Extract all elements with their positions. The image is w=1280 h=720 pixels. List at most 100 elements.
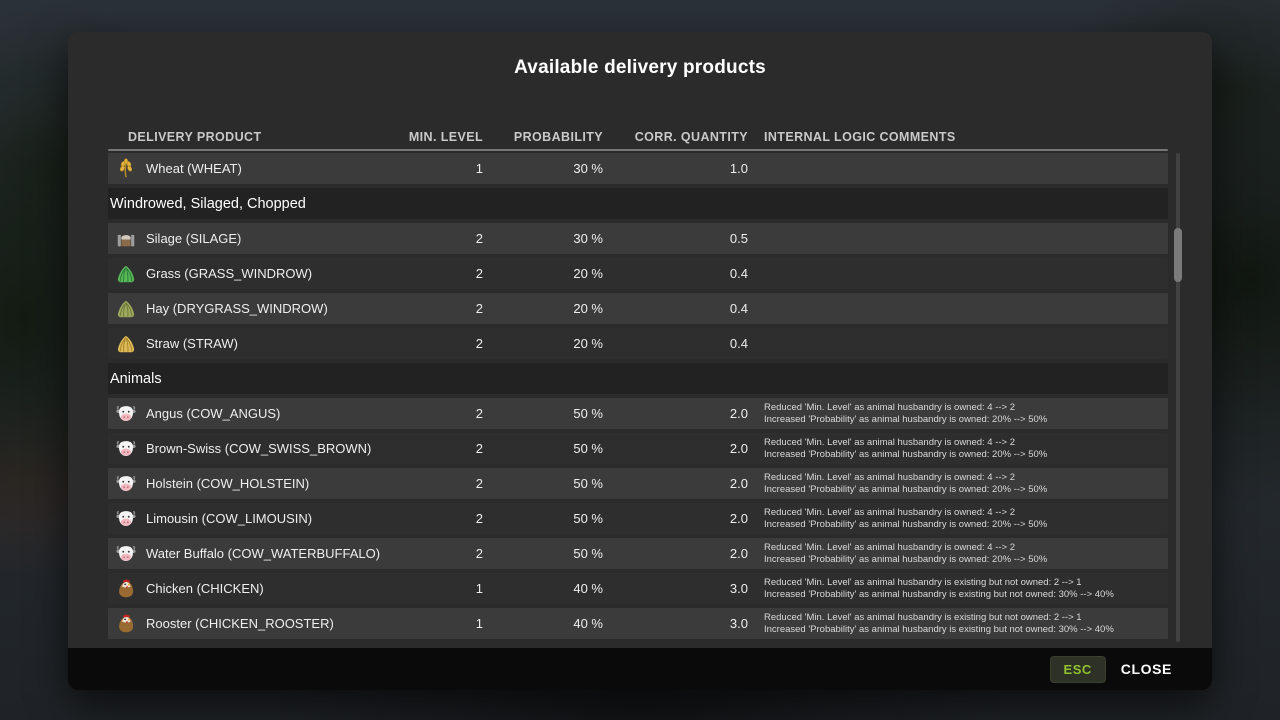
table-row[interactable]: Hay (DRYGRASS_WINDROW)220 %0.4 [108, 293, 1168, 324]
probability-value: 50 % [483, 511, 603, 526]
silage-icon [115, 228, 137, 250]
internal-logic-comments: Reduced 'Min. Level' as animal husbandry… [748, 472, 1168, 495]
section-label: Windrowed, Silaged, Chopped [110, 196, 306, 212]
product-name: Wheat (WHEAT) [146, 161, 242, 176]
comment-line: Increased 'Probability' as animal husban… [764, 414, 1168, 426]
corr-quantity-value: 3.0 [603, 616, 748, 631]
min-level-value: 2 [408, 546, 483, 561]
product-table: Wheat (WHEAT)130 %1.0Windrowed, Silaged,… [108, 153, 1168, 642]
product-name: Rooster (CHICKEN_ROOSTER) [146, 616, 334, 631]
table-row[interactable]: Water Buffalo (COW_WATERBUFFALO) 250 %2.0… [108, 538, 1168, 569]
delivery-products-dialog: Available delivery products DELIVERY PRO… [68, 32, 1212, 690]
corr-quantity-value: 1.0 [603, 161, 748, 176]
table-row[interactable]: Brown-Swiss (COW_SWISS_BROWN) 250 %2.0 Red… [108, 433, 1168, 464]
table-row[interactable]: Angus (COW_ANGUS) 250 %2.0 Reduced 'Min. L… [108, 398, 1168, 429]
column-header-min-level: MIN. LEVEL [408, 130, 483, 144]
probability-value: 50 % [483, 546, 603, 561]
table-row[interactable]: Holstein (COW_HOLSTEIN)250 %2.0Reduced '… [108, 468, 1168, 499]
grass-icon [115, 263, 137, 285]
column-header-corr-quantity: CORR. QUANTITY [603, 130, 748, 144]
comment-line: Reduced 'Min. Level' as animal husbandry… [764, 472, 1168, 484]
comment-line: Reduced 'Min. Level' as animal husbandry… [764, 612, 1168, 624]
probability-value: 50 % [483, 441, 603, 456]
scrollbar-thumb[interactable] [1174, 228, 1182, 282]
wheat-icon [115, 158, 137, 180]
product-name: Water Buffalo (COW_WATERBUFFALO) [146, 546, 380, 561]
min-level-value: 1 [408, 581, 483, 596]
internal-logic-comments: Reduced 'Min. Level' as animal husbandry… [748, 402, 1168, 425]
comment-line: Reduced 'Min. Level' as animal husbandry… [764, 507, 1168, 519]
cow-icon [115, 473, 137, 495]
section-label: Animals [110, 371, 162, 387]
product-name: Hay (DRYGRASS_WINDROW) [146, 301, 328, 316]
corr-quantity-value: 2.0 [603, 441, 748, 456]
corr-quantity-value: 0.4 [603, 266, 748, 281]
min-level-value: 2 [408, 231, 483, 246]
comment-line: Increased 'Probability' as animal husban… [764, 449, 1168, 461]
table-row[interactable]: Straw (STRAW)220 %0.4 [108, 328, 1168, 359]
straw-icon [115, 333, 137, 355]
header-divider [108, 149, 1168, 151]
min-level-value: 1 [408, 616, 483, 631]
comment-line: Reduced 'Min. Level' as animal husbandry… [764, 542, 1168, 554]
column-header-internal-logic-comments: INTERNAL LOGIC COMMENTS [748, 130, 1168, 144]
table-row[interactable]: Rooster (CHICKEN_ROOSTER) 140 %3.0 Reduced… [108, 608, 1168, 639]
cow-icon [115, 403, 137, 425]
min-level-value: 2 [408, 301, 483, 316]
corr-quantity-value: 3.0 [603, 581, 748, 596]
probability-value: 20 % [483, 301, 603, 316]
product-name: Limousin (COW_LIMOUSIN) [146, 511, 312, 526]
internal-logic-comments: Reduced 'Min. Level' as animal husbandry… [748, 577, 1168, 600]
internal-logic-comments: Reduced 'Min. Level' as animal husbandry… [748, 612, 1168, 635]
corr-quantity-value: 0.5 [603, 231, 748, 246]
table-row[interactable]: Limousin (COW_LIMOUSIN) 250 %2.0 Reduced '… [108, 503, 1168, 534]
probability-value: 50 % [483, 476, 603, 491]
min-level-value: 2 [408, 476, 483, 491]
min-level-value: 2 [408, 336, 483, 351]
table-row[interactable]: Chicken (CHICKEN) 140 %3.0 Reduced 'Min. L… [108, 573, 1168, 604]
min-level-value: 2 [408, 441, 483, 456]
hay-icon [115, 298, 137, 320]
corr-quantity-value: 2.0 [603, 476, 748, 491]
product-name: Grass (GRASS_WINDROW) [146, 266, 312, 281]
table-row[interactable]: Silage (SILAGE)230 %0.5 [108, 223, 1168, 254]
min-level-value: 1 [408, 161, 483, 176]
probability-value: 40 % [483, 581, 603, 596]
dialog-footer: ESC CLOSE [68, 648, 1212, 690]
table-row[interactable]: Wheat (WHEAT) 130 %1.0 [108, 153, 1168, 184]
scrollbar-track[interactable] [1176, 153, 1180, 642]
probability-value: 50 % [483, 406, 603, 421]
table-header-row: DELIVERY PRODUCT MIN. LEVEL PROBABILITY … [108, 126, 1168, 148]
esc-key-hint[interactable]: ESC [1050, 656, 1106, 683]
probability-value: 20 % [483, 336, 603, 351]
table-row[interactable]: Grass (GRASS_WINDROW)220 %0.4 [108, 258, 1168, 289]
cow-icon [115, 508, 137, 530]
product-name: Silage (SILAGE) [146, 231, 241, 246]
min-level-value: 2 [408, 511, 483, 526]
corr-quantity-value: 2.0 [603, 546, 748, 561]
product-name: Brown-Swiss (COW_SWISS_BROWN) [146, 441, 371, 456]
product-name: Chicken (CHICKEN) [146, 581, 264, 596]
comment-line: Increased 'Probability' as animal husban… [764, 554, 1168, 566]
probability-value: 30 % [483, 161, 603, 176]
corr-quantity-value: 0.4 [603, 336, 748, 351]
chicken-icon [115, 578, 137, 600]
comment-line: Reduced 'Min. Level' as animal husbandry… [764, 402, 1168, 414]
min-level-value: 2 [408, 406, 483, 421]
comment-line: Increased 'Probability' as animal husban… [764, 484, 1168, 496]
chicken-icon [115, 613, 137, 635]
probability-value: 40 % [483, 616, 603, 631]
product-name: Angus (COW_ANGUS) [146, 406, 280, 421]
comment-line: Reduced 'Min. Level' as animal husbandry… [764, 577, 1168, 589]
column-header-probability: PROBABILITY [483, 130, 603, 144]
internal-logic-comments: Reduced 'Min. Level' as animal husbandry… [748, 507, 1168, 530]
cow-icon [115, 438, 137, 460]
dialog-title: Available delivery products [68, 57, 1212, 79]
internal-logic-comments: Reduced 'Min. Level' as animal husbandry… [748, 437, 1168, 460]
comment-line: Reduced 'Min. Level' as animal husbandry… [764, 437, 1168, 449]
close-button[interactable]: CLOSE [1121, 661, 1172, 677]
comment-line: Increased 'Probability' as animal husban… [764, 589, 1168, 601]
corr-quantity-value: 2.0 [603, 511, 748, 526]
corr-quantity-value: 2.0 [603, 406, 748, 421]
min-level-value: 2 [408, 266, 483, 281]
